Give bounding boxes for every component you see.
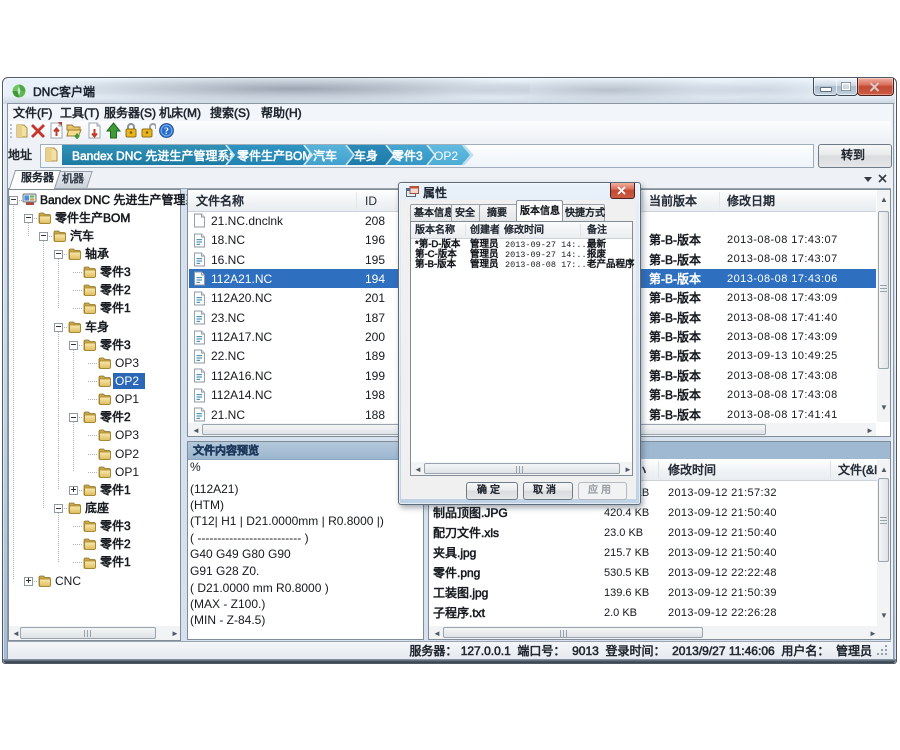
- svg-text:?: ?: [164, 127, 169, 137]
